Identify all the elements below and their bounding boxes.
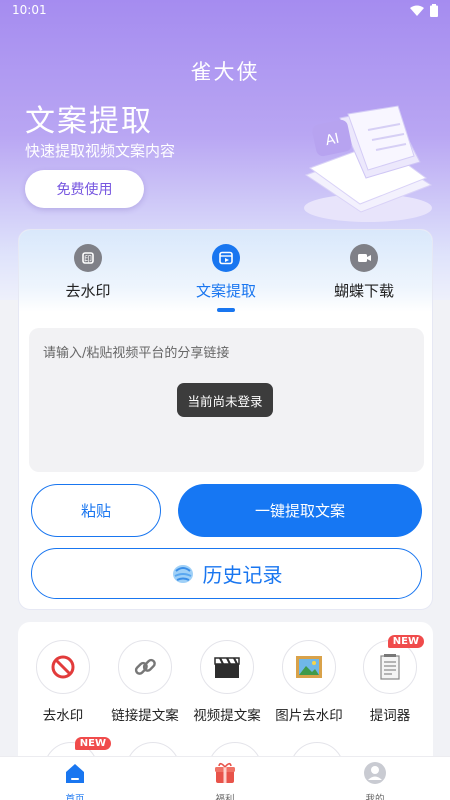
nav-label: 福利 <box>215 794 235 800</box>
active-tab-indicator <box>217 308 235 312</box>
extract-card: 印 去水印 文案提取 蝴蝶下载 当前尚未登录 粘贴 一键提取文案 历史记录 <box>18 229 433 610</box>
tab-label: 去水印 <box>65 282 111 300</box>
watermark-icon: 印 <box>74 244 102 272</box>
tab-label: 文案提取 <box>195 282 256 300</box>
document-ai-illustration: AI <box>304 105 433 222</box>
extract-text-button[interactable]: 一键提取文案 <box>178 484 422 537</box>
clapperboard-icon <box>214 657 240 678</box>
hero-subtitle: 快速提取视频文案内容 <box>25 142 176 160</box>
tool-label: 图片去水印 <box>275 708 343 724</box>
link-icon <box>134 658 156 675</box>
login-toast: 当前尚未登录 <box>177 383 273 417</box>
app-title: 雀大侠 <box>190 60 260 84</box>
history-button[interactable]: 历史记录 <box>31 548 422 599</box>
hero-heading: 文案提取 <box>25 104 153 139</box>
tab-remove-watermark[interactable]: 印 去水印 <box>19 244 157 301</box>
tool-label: 提词器 <box>369 708 411 724</box>
profile-icon <box>364 762 386 784</box>
nav-label: 我的 <box>365 794 385 800</box>
picture-icon <box>296 656 322 678</box>
history-label: 历史记录 <box>202 563 283 587</box>
nav-mine[interactable]: 我的 <box>335 761 415 800</box>
home-icon <box>66 764 84 783</box>
wifi-icon <box>410 5 424 16</box>
new-badge: NEW <box>74 737 111 750</box>
new-badge: NEW <box>387 635 424 648</box>
no-sign-icon <box>51 655 75 679</box>
tool-image-watermark[interactable]: 图片去水印 <box>268 640 350 724</box>
nav-welfare[interactable]: 福利 <box>185 761 265 800</box>
video-text-icon <box>212 244 240 272</box>
tool-label: 链接提文案 <box>111 708 179 724</box>
history-icon <box>172 564 193 583</box>
battery-icon <box>430 4 438 17</box>
tool-label: 视频提文案 <box>193 708 261 724</box>
gift-box-icon <box>215 762 235 783</box>
status-bar: 10:01 <box>0 0 450 22</box>
tool-video-extract[interactable]: 视频提文案 <box>186 640 268 724</box>
nav-label: 首页 <box>65 794 85 800</box>
tab-butterfly-download[interactable]: 蝴蝶下载 <box>295 244 432 301</box>
tab-label: 蝴蝶下载 <box>333 282 394 300</box>
tab-text-extract[interactable]: 文案提取 <box>157 244 295 301</box>
tool-remove-watermark[interactable]: 去水印 <box>22 640 104 724</box>
tool-link-extract[interactable]: 链接提文案 <box>104 640 186 724</box>
tool-teleprompter[interactable]: NEW 提词器 <box>349 635 431 724</box>
free-use-button[interactable]: 免费使用 <box>25 170 144 208</box>
status-time: 10:01 <box>12 3 47 17</box>
paste-button[interactable]: 粘贴 <box>31 484 161 537</box>
download-video-icon <box>350 244 378 272</box>
svg-text:印: 印 <box>84 255 92 264</box>
status-icons <box>410 4 438 17</box>
nav-home[interactable]: 首页 <box>35 761 115 800</box>
tool-label: 去水印 <box>42 708 84 724</box>
bottom-nav: 首页 福利 我的 <box>0 756 450 800</box>
notepad-icon <box>380 654 400 680</box>
